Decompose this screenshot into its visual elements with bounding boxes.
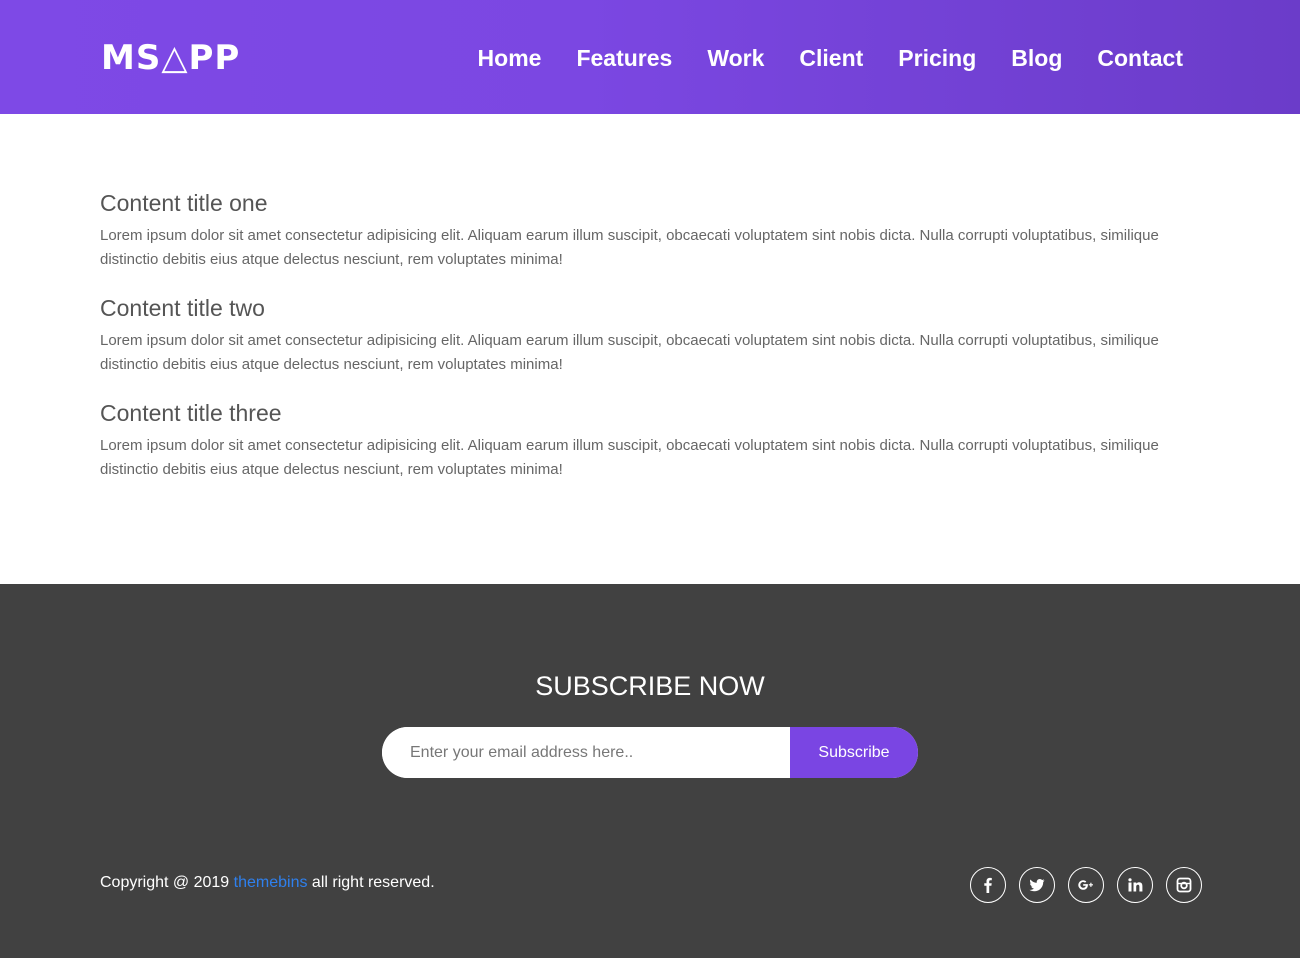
twitter-icon[interactable] xyxy=(1019,867,1055,903)
email-input[interactable] xyxy=(382,727,790,778)
facebook-glyph xyxy=(984,877,992,893)
site-header: MS△PP Home Features Work Client Pricing … xyxy=(0,0,1300,114)
themebins-link[interactable]: themebins xyxy=(234,874,308,891)
nav-pricing[interactable]: Pricing xyxy=(898,38,976,78)
site-logo[interactable]: MS△PP xyxy=(101,38,240,78)
content-section: Content title one Lorem ipsum dolor sit … xyxy=(100,186,1200,272)
google-plus-glyph xyxy=(1078,880,1093,890)
linkedin-glyph xyxy=(1128,878,1143,892)
social-links xyxy=(970,867,1202,903)
section-title: Content title three xyxy=(100,400,282,426)
content-section: Content title two Lorem ipsum dolor sit … xyxy=(100,291,1200,377)
google-plus-icon[interactable] xyxy=(1068,867,1104,903)
nav-work[interactable]: Work xyxy=(707,38,764,78)
twitter-glyph xyxy=(1029,879,1045,892)
linkedin-icon[interactable] xyxy=(1117,867,1153,903)
copyright-text: Copyright @ 2019 themebins all right res… xyxy=(100,872,435,894)
main-content: Content title one Lorem ipsum dolor sit … xyxy=(100,186,1200,501)
nav-contact[interactable]: Contact xyxy=(1097,38,1183,78)
content-section: Content title three Lorem ipsum dolor si… xyxy=(100,396,1200,482)
section-title: Content title one xyxy=(100,190,268,216)
subscribe-button[interactable]: Subscribe xyxy=(790,727,918,778)
subscribe-form: Subscribe xyxy=(382,727,918,778)
subscribe-title: SUBSCRIBE NOW xyxy=(535,671,765,701)
section-text: Lorem ipsum dolor sit amet consectetur a… xyxy=(100,332,1159,373)
nav-features[interactable]: Features xyxy=(576,38,672,78)
main-nav: Home Features Work Client Pricing Blog C… xyxy=(478,38,1183,78)
facebook-icon[interactable] xyxy=(970,867,1006,903)
copyright-prefix: Copyright @ 2019 xyxy=(100,874,234,891)
instagram-glyph xyxy=(1176,877,1192,893)
section-text: Lorem ipsum dolor sit amet consectetur a… xyxy=(100,437,1159,478)
copyright-suffix: all right reserved. xyxy=(307,874,435,891)
site-footer: SUBSCRIBE NOW Subscribe Copyright @ 2019… xyxy=(0,584,1300,958)
section-title: Content title two xyxy=(100,295,265,321)
nav-client[interactable]: Client xyxy=(799,38,863,78)
nav-home[interactable]: Home xyxy=(478,38,542,78)
instagram-icon[interactable] xyxy=(1166,867,1202,903)
nav-blog[interactable]: Blog xyxy=(1011,38,1062,78)
section-text: Lorem ipsum dolor sit amet consectetur a… xyxy=(100,227,1159,268)
